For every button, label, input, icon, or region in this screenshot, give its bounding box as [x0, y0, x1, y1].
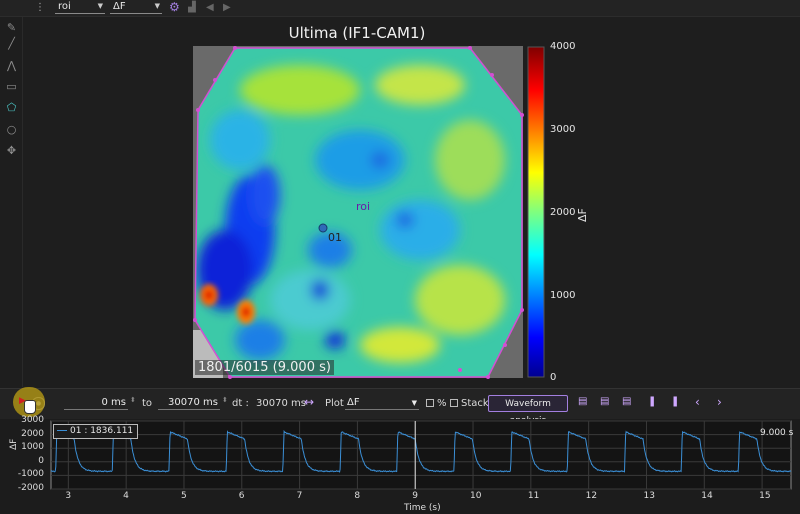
cursor-time-readout: 9.000 s: [760, 428, 794, 438]
x-tick-label: 6: [238, 491, 245, 501]
trace-y-label: ΔF: [9, 438, 19, 450]
x-tick-label: 4: [123, 491, 129, 501]
x-tick-label: 7: [296, 491, 303, 501]
x-tick-label: 8: [354, 491, 361, 501]
x-tick-label: 9: [412, 491, 418, 501]
x-tick-label: 14: [701, 491, 713, 501]
x-tick-label: 3: [65, 491, 72, 501]
trace-x-label: Time (s): [404, 503, 441, 513]
y-tick-label: 2000: [21, 428, 44, 439]
legend-text: 01 : 1836.111: [70, 426, 134, 436]
x-tick-label: 12: [585, 491, 598, 501]
x-tick-label: 11: [527, 491, 540, 501]
y-tick-label: -1000: [17, 469, 44, 480]
trace-legend: 01 : 1836.111: [53, 424, 139, 439]
y-tick-label: 0: [38, 455, 44, 466]
x-tick-label: 5: [180, 491, 187, 501]
plot-frame: [50, 420, 792, 490]
y-tick-label: 3000: [21, 415, 44, 425]
x-tick-label: 10: [470, 491, 482, 501]
x-tick-label: 15: [759, 491, 771, 501]
x-tick-label: 13: [643, 491, 655, 501]
legend-swatch: [57, 430, 67, 431]
y-tick-label: -2000: [17, 483, 44, 493]
y-tick-label: 1000: [21, 442, 44, 453]
